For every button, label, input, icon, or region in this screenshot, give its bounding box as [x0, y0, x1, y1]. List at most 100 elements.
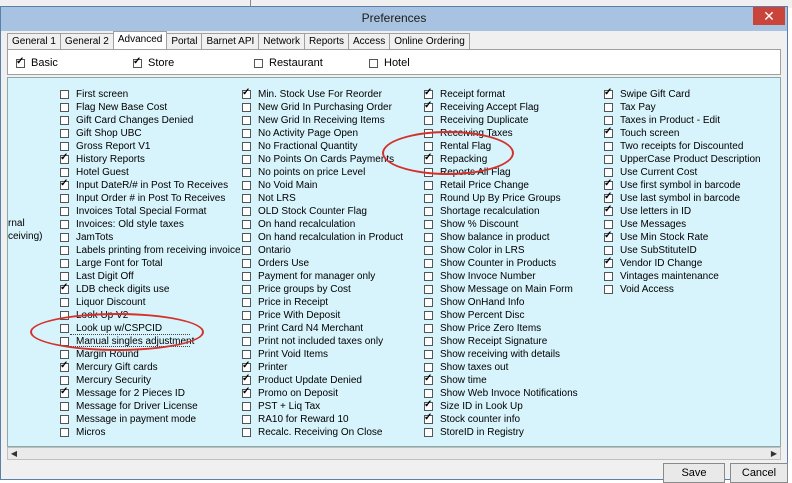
checkbox[interactable]: [60, 360, 69, 372]
checkbox[interactable]: [60, 178, 69, 190]
title-bar[interactable]: Preferences ✕: [1, 7, 787, 31]
checkbox[interactable]: [60, 220, 69, 229]
option-printer[interactable]: Printer: [242, 360, 403, 374]
checkbox[interactable]: [242, 259, 251, 268]
checkbox[interactable]: [424, 350, 433, 359]
checkbox[interactable]: [604, 87, 613, 99]
option-vendor-id-change[interactable]: Vendor ID Change: [604, 256, 761, 270]
option-ldb-check-digits-use[interactable]: LDB check digits use: [60, 282, 241, 296]
option-show-receiving-with-details[interactable]: Show receiving with details: [424, 348, 578, 361]
option-price-with-deposit[interactable]: Price With Deposit: [242, 309, 403, 322]
checkbox[interactable]: [60, 272, 69, 281]
checkbox[interactable]: [242, 181, 251, 190]
option-size-id-in-look-up[interactable]: Size ID in Look Up: [424, 399, 578, 413]
option-show-web-invoce-notifications[interactable]: Show Web Invoce Notifications: [424, 387, 578, 400]
option-no-points-on-cards-payments[interactable]: No Points On Cards Payments: [242, 153, 403, 166]
checkbox[interactable]: [604, 272, 613, 281]
horizontal-scrollbar[interactable]: ◀ ▶: [7, 447, 781, 460]
option-show-balance-in-product[interactable]: Show balance in product: [424, 231, 578, 244]
checkbox[interactable]: [242, 116, 251, 125]
checkbox[interactable]: [424, 324, 433, 333]
checkbox[interactable]: [424, 373, 433, 385]
scroll-left-icon[interactable]: ◀: [8, 448, 20, 459]
scroll-right-icon[interactable]: ▶: [768, 448, 780, 459]
checkbox[interactable]: [424, 116, 433, 125]
option-void-access[interactable]: Void Access: [604, 283, 761, 296]
option-jamtots[interactable]: JamTots: [60, 231, 241, 244]
tab-network[interactable]: Network: [258, 33, 305, 49]
checkbox[interactable]: [424, 181, 433, 190]
checkbox[interactable]: [604, 178, 613, 190]
tab-general-1[interactable]: General 1: [7, 33, 61, 49]
option-message-for-2-pieces-id[interactable]: Message for 2 Pieces ID: [60, 386, 241, 400]
checkbox[interactable]: [604, 285, 613, 294]
checkbox[interactable]: [16, 56, 25, 68]
option-two-receipts-for-discounted[interactable]: Two receipts for Discounted: [604, 140, 761, 153]
checkbox[interactable]: [242, 246, 251, 255]
checkbox[interactable]: [242, 129, 251, 138]
option-show-time[interactable]: Show time: [424, 373, 578, 387]
checkbox[interactable]: [424, 194, 433, 203]
option-last-digit-off[interactable]: Last Digit Off: [60, 270, 241, 283]
checkbox[interactable]: [424, 87, 433, 99]
option-price-groups-by-cost[interactable]: Price groups by Cost: [242, 283, 403, 296]
option-invoices-old-style-taxes[interactable]: Invoices: Old style taxes: [60, 218, 241, 231]
option-message-for-driver-license[interactable]: Message for Driver License: [60, 400, 241, 413]
cancel-button[interactable]: Cancel: [730, 463, 788, 483]
option-recalc-receiving-on-close[interactable]: Recalc. Receiving On Close: [242, 426, 403, 439]
checkbox[interactable]: [424, 285, 433, 294]
option-swipe-gift-card[interactable]: Swipe Gift Card: [604, 87, 761, 101]
checkbox[interactable]: [60, 103, 69, 112]
checkbox[interactable]: [604, 155, 613, 164]
option-show-receipt-signature[interactable]: Show Receipt Signature: [424, 335, 578, 348]
checkbox[interactable]: [60, 207, 69, 216]
checkbox[interactable]: [424, 220, 433, 229]
option-tax-pay[interactable]: Tax Pay: [604, 101, 761, 114]
checkbox[interactable]: [604, 126, 613, 138]
option-use-min-stock-rate[interactable]: Use Min Stock Rate: [604, 230, 761, 244]
option-old-stock-counter-flag[interactable]: OLD Stock Counter Flag: [242, 205, 403, 218]
option-labels-printing-from-receiving-invoice[interactable]: Labels printing from receiving invoice: [60, 244, 241, 257]
checkbox[interactable]: [424, 389, 433, 398]
option-product-update-denied[interactable]: Product Update Denied: [242, 373, 403, 387]
option-use-current-cost[interactable]: Use Current Cost: [604, 166, 761, 179]
option-no-points-on-price-level[interactable]: No points on price Level: [242, 166, 403, 179]
checkbox[interactable]: [604, 168, 613, 177]
option-no-void-main[interactable]: No Void Main: [242, 179, 403, 192]
checkbox[interactable]: [242, 155, 251, 164]
option-taxes-in-product-edit[interactable]: Taxes in Product - Edit: [604, 114, 761, 127]
option-touch-screen[interactable]: Touch screen: [604, 126, 761, 140]
option-pst-liq-tax[interactable]: PST + Liq Tax: [242, 400, 403, 413]
option-print-not-included-taxes-only[interactable]: Print not included taxes only: [242, 335, 403, 348]
checkbox[interactable]: [424, 363, 433, 372]
option-hotel-guest[interactable]: Hotel Guest: [60, 166, 241, 179]
checkbox[interactable]: [424, 272, 433, 281]
checkbox[interactable]: [242, 272, 251, 281]
checkbox[interactable]: [604, 142, 613, 151]
checkbox[interactable]: [242, 415, 251, 424]
checkbox[interactable]: [242, 207, 251, 216]
checkbox[interactable]: [242, 350, 251, 359]
checkbox[interactable]: [242, 285, 251, 294]
checkbox[interactable]: [60, 259, 69, 268]
option-min-stock-use-for-reorder[interactable]: Min. Stock Use For Reorder: [242, 87, 403, 101]
checkbox[interactable]: [60, 90, 69, 99]
category-hotel[interactable]: Hotel: [369, 57, 410, 69]
option-price-in-receipt[interactable]: Price in Receipt: [242, 296, 403, 309]
checkbox[interactable]: [242, 373, 251, 385]
option-invoices-total-special-format[interactable]: Invoices Total Special Format: [60, 205, 241, 218]
option-liquor-discount[interactable]: Liquor Discount: [60, 296, 241, 309]
checkbox[interactable]: [424, 298, 433, 307]
option-flag-new-base-cost[interactable]: Flag New Base Cost: [60, 101, 241, 114]
checkbox[interactable]: [424, 233, 433, 242]
checkbox[interactable]: [60, 386, 69, 398]
checkbox[interactable]: [254, 58, 263, 68]
option-show-onhand-info[interactable]: Show OnHand Info: [424, 296, 578, 309]
option-new-grid-in-purchasing-order[interactable]: New Grid In Purchasing Order: [242, 101, 403, 114]
option-show-counter-in-products[interactable]: Show Counter in Products: [424, 257, 578, 270]
option-show-message-on-main-form[interactable]: Show Message on Main Form: [424, 283, 578, 296]
option-history-reports[interactable]: History Reports: [60, 152, 241, 166]
checkbox[interactable]: [424, 259, 433, 268]
checkbox[interactable]: [604, 204, 613, 216]
option-receiving-accept-flag[interactable]: Receiving Accept Flag: [424, 100, 578, 114]
